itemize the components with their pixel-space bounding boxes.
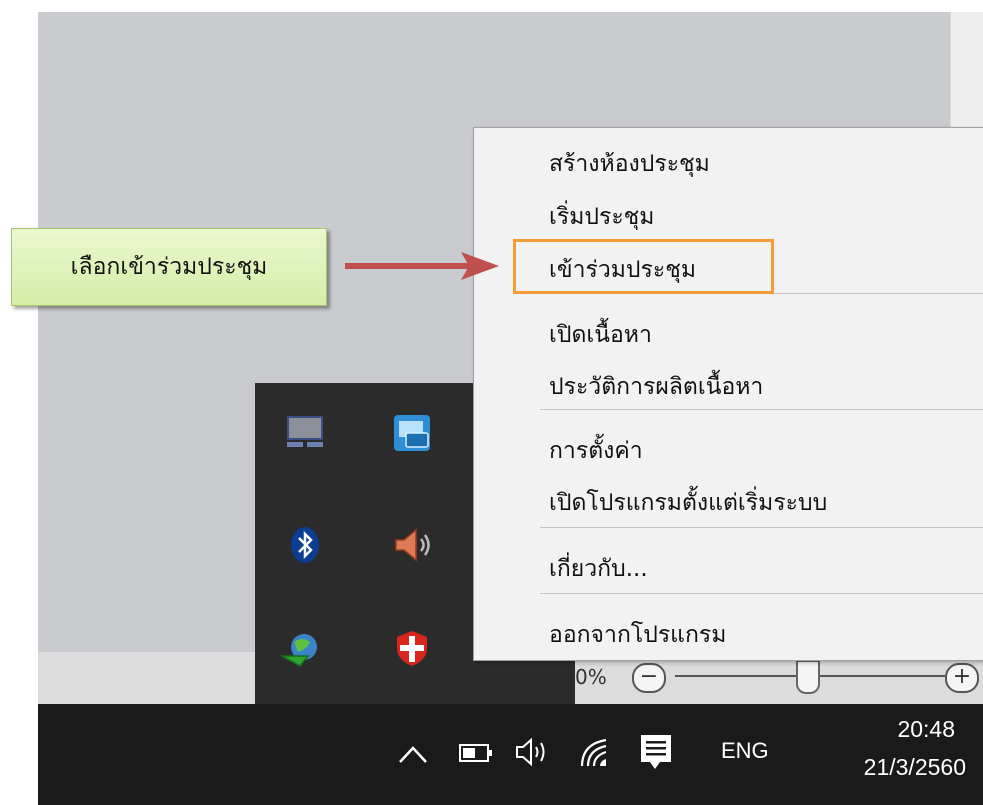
zoom-out-button[interactable]: − [632, 663, 666, 693]
menu-separator [540, 593, 983, 594]
menu-item-create-room[interactable]: สร้างห้องประชุม [549, 146, 710, 182]
zoom-percent: 0% [575, 665, 607, 689]
menu-item-open-content[interactable]: เปิดเนื้อหา [549, 317, 652, 353]
menu-item-settings[interactable]: การตั้งค่า [549, 433, 643, 469]
taskbar: ENG 20:48 21/3/2560 [38, 704, 983, 805]
context-menu: สร้างห้องประชุม เริ่มประชุม เข้าร่วมประช… [473, 127, 983, 661]
menu-item-open-at-startup[interactable]: เปิดโปรแกรมตั้งแต่เริ่มระบบ [549, 485, 827, 521]
intel-graphics-icon[interactable] [392, 413, 432, 453]
menu-item-exit[interactable]: ออกจากโปรแกรม [549, 617, 726, 653]
menu-separator [540, 527, 983, 528]
notification-icon[interactable] [638, 732, 674, 774]
antivirus-shield-icon[interactable] [392, 628, 432, 668]
menu-item-start-meeting[interactable]: เริ่มประชุม [549, 199, 654, 235]
menu-item-about[interactable]: เกี่ยวกับ... [549, 551, 648, 587]
clock-date[interactable]: 21/3/2560 [816, 754, 966, 781]
chevron-up-icon[interactable] [396, 740, 430, 770]
volume-icon[interactable] [513, 734, 553, 770]
wifi-icon[interactable] [576, 734, 616, 770]
download-manager-icon[interactable] [279, 630, 320, 670]
highlight-box [513, 239, 774, 294]
menu-separator [540, 409, 983, 410]
clock-time[interactable]: 20:48 [850, 716, 955, 743]
zoom-in-button[interactable]: + [945, 663, 979, 693]
laptop-icon[interactable] [285, 413, 325, 453]
battery-icon[interactable] [458, 741, 494, 765]
bluetooth-icon[interactable] [285, 525, 325, 565]
instruction-callout: เลือกเข้าร่วมประชุม [11, 228, 327, 306]
zoom-slider-thumb[interactable] [796, 660, 820, 694]
speaker-icon[interactable] [392, 525, 432, 565]
menu-item-content-history[interactable]: ประวัติการผลิตเนื้อหา [549, 369, 763, 405]
callout-text: เลือกเข้าร่วมประชุม [70, 254, 268, 280]
language-indicator[interactable]: ENG [721, 738, 769, 764]
pointer-arrow-icon [345, 252, 499, 280]
